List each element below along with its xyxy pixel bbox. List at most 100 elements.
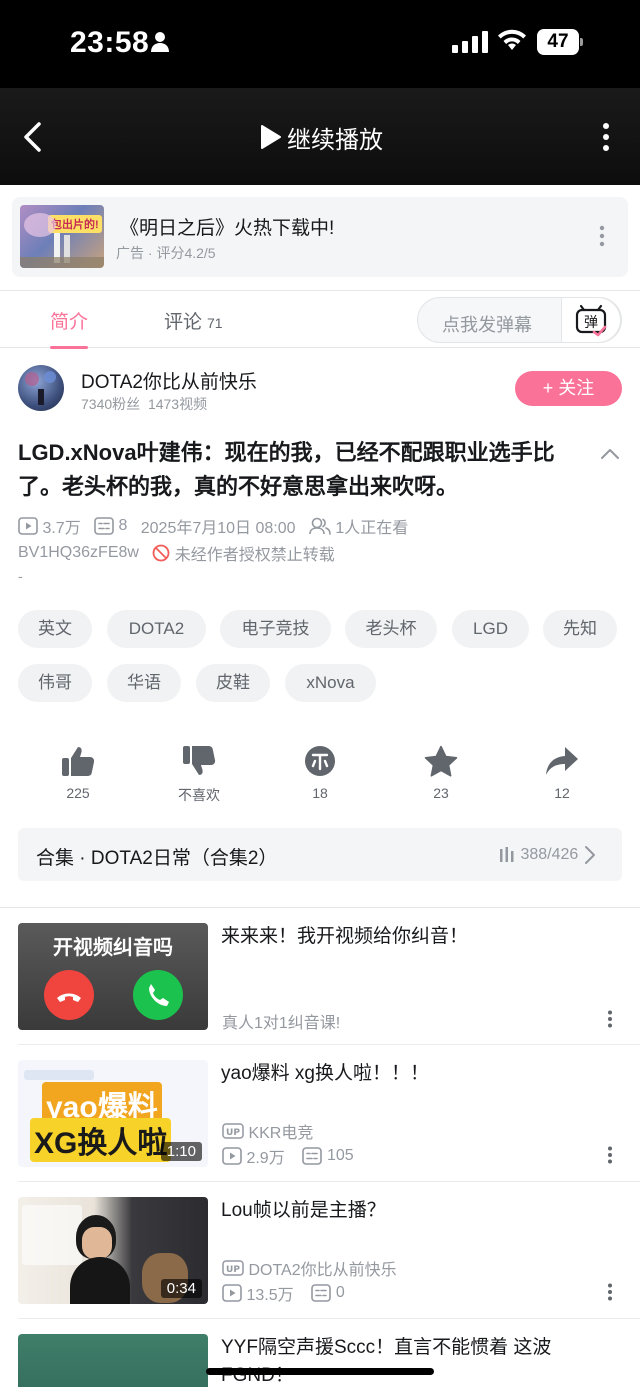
rec-more-icon[interactable] xyxy=(606,1283,614,1301)
rec-duration: 1:10 xyxy=(160,1142,202,1161)
share-button[interactable]: 12 xyxy=(517,745,607,801)
rec-thumbnail[interactable]: 0:34 xyxy=(18,1197,208,1304)
uploader-avatar[interactable] xyxy=(18,365,64,411)
favorite-count: 23 xyxy=(433,785,449,801)
star-icon xyxy=(424,745,458,777)
like-button[interactable]: 225 xyxy=(33,745,123,801)
recommendation-item[interactable]: YYF隔空声援Sccc！直言不能惯着 这波FGND！ xyxy=(0,1334,640,1387)
bvid[interactable]: BV1HQ36zFE8w xyxy=(18,544,139,561)
rec-thumbnail[interactable]: yao爆料 XG换人啦 1:10 xyxy=(18,1060,208,1167)
nav-bar: 继续播放 xyxy=(0,88,640,185)
danmaku-count-icon xyxy=(311,1284,332,1302)
rec-uploader[interactable]: UP DOTA2你比从前快乐 xyxy=(222,1256,397,1280)
coin-button[interactable]: 18 xyxy=(275,745,365,801)
tag[interactable]: LGD xyxy=(452,610,529,648)
up-badge-icon: UP xyxy=(222,1123,244,1139)
view-count: 3.7万 xyxy=(42,520,81,537)
back-arrow-icon[interactable] xyxy=(22,121,44,153)
status-bar: 23:58 47 xyxy=(0,0,640,88)
tab-active-indicator xyxy=(50,346,88,349)
rec-title[interactable]: 来来来！我开视频给你纠音！ xyxy=(221,923,581,951)
danmaku-input[interactable]: 点我发弹幕 弹 xyxy=(417,297,622,343)
person-icon xyxy=(151,32,169,52)
thumbs-down-icon xyxy=(183,746,216,775)
tab-intro[interactable]: 简介 xyxy=(50,307,88,334)
rec-stats: 13.5万 0 xyxy=(222,1281,345,1305)
ad-more-icon[interactable] xyxy=(596,225,608,247)
section-divider xyxy=(0,907,640,908)
rec-title[interactable]: Lou帧以前是主播？ xyxy=(221,1197,581,1225)
rec-thumb-text-2: XG换人啦 xyxy=(30,1118,172,1162)
ad-meta: 广告 · 评分4.2/5 xyxy=(116,245,216,261)
rec-danmaku: 105 xyxy=(326,1147,354,1164)
tab-comments-label: 评论 xyxy=(164,312,203,333)
rec-divider xyxy=(18,1181,640,1182)
collection-title[interactable]: 合集 · DOTA2日常（合集2） xyxy=(36,843,277,870)
rec-thumb-text: 开视频纠音吗 xyxy=(53,937,173,959)
tab-comments[interactable]: 评论 71 xyxy=(164,307,223,334)
coin-count: 18 xyxy=(312,785,328,801)
ad-banner[interactable]: 包出片的! 《明日之后》火热下载中! 广告 · 评分4.2/5 xyxy=(12,197,628,277)
danmaku-toggle[interactable]: 弹 xyxy=(561,297,621,343)
play-count-icon xyxy=(222,1147,242,1165)
status-time: 23:58 xyxy=(70,26,150,59)
wifi-icon xyxy=(498,29,526,50)
rec-uploader[interactable]: UP KKR电竞 xyxy=(222,1119,313,1143)
up-badge-icon: UP xyxy=(222,1260,244,1276)
tag[interactable]: 英文 xyxy=(18,610,92,648)
chevron-up-icon[interactable] xyxy=(600,446,620,460)
favorite-button[interactable]: 23 xyxy=(396,745,486,801)
coin-icon xyxy=(305,746,335,776)
uploader-stats: 7340粉丝 1473视频 xyxy=(81,394,207,414)
rec-uploader-name: DOTA2你比从前快乐 xyxy=(248,1262,397,1279)
watching-icon xyxy=(309,517,331,535)
rec-thumbnail[interactable] xyxy=(18,1334,208,1387)
rec-title[interactable]: yao爆料 xg换人啦！！！ xyxy=(221,1060,581,1088)
danmaku-icon[interactable]: 弹 xyxy=(574,304,608,338)
svg-text:UP: UP xyxy=(226,1128,240,1138)
rec-title[interactable]: YYF隔空声援Sccc！直言不能惯着 这波FGND！ xyxy=(221,1334,581,1387)
uploader-videos: 1473视频 xyxy=(147,396,208,412)
ad-title[interactable]: 《明日之后》火热下载中! xyxy=(120,213,334,240)
rec-thumbnail[interactable]: 开视频纠音吗 xyxy=(18,923,208,1030)
collection-progress[interactable]: 388/426 xyxy=(498,845,597,865)
tag[interactable]: 伟哥 xyxy=(18,664,92,702)
rec-views: 2.9万 xyxy=(246,1150,285,1167)
tag[interactable]: DOTA2 xyxy=(107,610,206,648)
continue-play-button[interactable]: 继续播放 xyxy=(287,120,383,155)
home-indicator[interactable] xyxy=(206,1368,434,1375)
svg-text:弹: 弹 xyxy=(584,315,598,331)
uploader-fans: 7340粉丝 xyxy=(81,396,141,412)
follow-button[interactable]: + 关注 xyxy=(515,371,622,406)
danmaku-placeholder[interactable]: 点我发弹幕 xyxy=(442,311,532,337)
tag[interactable]: 皮鞋 xyxy=(196,664,270,702)
ad-thumbnail[interactable]: 包出片的! xyxy=(20,205,104,268)
uploader-name[interactable]: DOTA2你比从前快乐 xyxy=(81,367,257,394)
cellular-signal-icon xyxy=(452,31,488,53)
tag[interactable]: xNova xyxy=(285,664,376,702)
battery-level: 47 xyxy=(537,29,579,55)
chevron-right-icon xyxy=(584,846,595,864)
rec-divider xyxy=(18,1044,640,1045)
play-icon[interactable] xyxy=(260,124,282,150)
tag[interactable]: 老头杯 xyxy=(345,610,437,648)
dislike-button[interactable]: 不喜欢 xyxy=(154,745,244,805)
rec-more-icon[interactable] xyxy=(606,1146,614,1164)
rec-subtitle: 真人1对1纠音课! xyxy=(222,1015,341,1032)
collection-bar[interactable]: 合集 · DOTA2日常（合集2） 388/426 xyxy=(18,828,622,881)
video-meta: 3.7万 8 2025年7月10日 08:00 1人正在看 xyxy=(18,514,408,538)
svg-text:UP: UP xyxy=(226,1265,240,1275)
tag[interactable]: 电子竞技 xyxy=(220,610,331,648)
rec-more-icon[interactable] xyxy=(606,1010,614,1028)
no-repost-icon xyxy=(152,544,170,562)
danmaku-count-icon xyxy=(302,1147,323,1165)
tab-comments-count: 71 xyxy=(207,315,223,331)
tag[interactable]: 华语 xyxy=(107,664,181,702)
publish-date: 2025年7月10日 08:00 xyxy=(140,520,296,537)
video-title: LGD.xNova叶建伟：现在的我，已经不配跟职业选手比了。老头杯的我，真的不好… xyxy=(18,440,555,499)
collection-count: 388/426 xyxy=(520,846,579,864)
accept-call-icon xyxy=(133,970,183,1020)
play-count-icon xyxy=(222,1284,242,1302)
tag[interactable]: 先知 xyxy=(543,610,617,648)
more-icon[interactable] xyxy=(600,122,612,152)
